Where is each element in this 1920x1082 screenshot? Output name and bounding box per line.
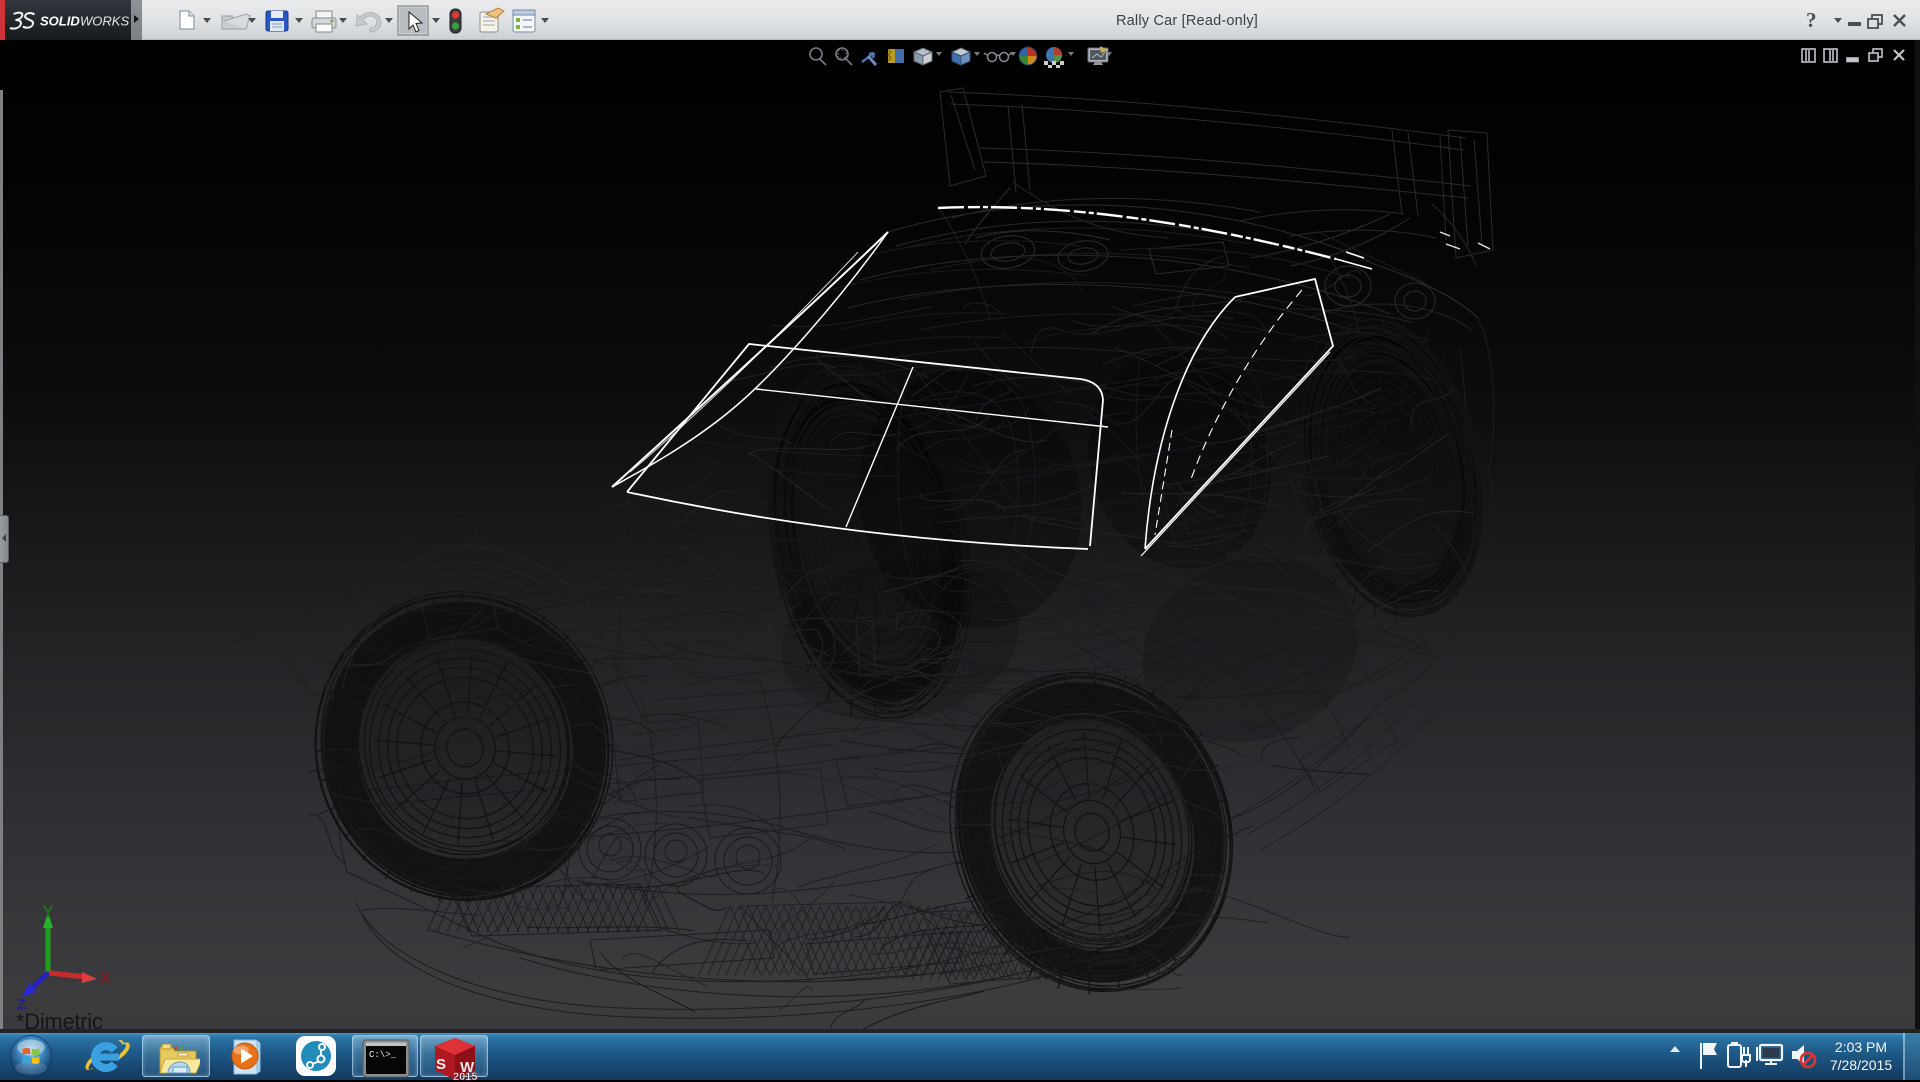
svg-text:?: ? [1806, 8, 1817, 32]
svg-text:S: S [436, 1056, 446, 1073]
svg-text:2015: 2015 [453, 1071, 477, 1082]
svg-text:C:\>_: C:\>_ [369, 1050, 397, 1060]
